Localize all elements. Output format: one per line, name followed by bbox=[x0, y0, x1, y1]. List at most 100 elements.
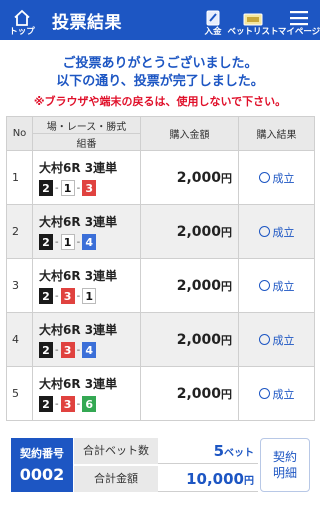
combination-separator: - bbox=[76, 236, 81, 248]
table-row: 4 大村6R 3連単 2-3-4 2,000円 成立 bbox=[6, 312, 315, 367]
warning-message: ※ブラウザや端末の戻るは、使用しないで下さい。 bbox=[33, 95, 287, 108]
total-amount-label: 合計金額 bbox=[74, 466, 158, 492]
race-cell: 大村6R 3連単 2-3-4 bbox=[32, 312, 141, 367]
contract-detail-line1: 契約 bbox=[272, 450, 297, 464]
row-number: 3 bbox=[6, 258, 33, 313]
result-status: 成立 bbox=[272, 387, 295, 401]
total-bets-row: 合計ベット数 5ベット bbox=[74, 438, 258, 464]
menu-button[interactable]: マイページ bbox=[278, 0, 320, 40]
contract-number-value: 0002 bbox=[19, 465, 65, 484]
combination: 2-3-1 bbox=[39, 288, 140, 304]
result-cell: 成立 bbox=[238, 150, 315, 205]
deposit-icon bbox=[206, 10, 220, 26]
result-cell: 成立 bbox=[238, 366, 315, 421]
boat-third: 4 bbox=[82, 234, 97, 250]
result-cell: 成立 bbox=[238, 258, 315, 313]
combination-separator: - bbox=[76, 182, 81, 194]
amount-cell: 2,000円 bbox=[140, 258, 239, 313]
total-bets-label: 合計ベット数 bbox=[74, 438, 158, 464]
circle-icon bbox=[258, 225, 270, 237]
amount-unit: 円 bbox=[221, 387, 232, 401]
combination: 2-1-4 bbox=[39, 234, 140, 250]
race-name: 大村6R 3連単 bbox=[39, 161, 118, 175]
boat-second: 3 bbox=[60, 288, 75, 304]
combination: 2-3-4 bbox=[39, 342, 140, 358]
column-header-no: No bbox=[6, 116, 33, 151]
total-bets-unit: ベット bbox=[224, 448, 254, 459]
boat-third: 3 bbox=[82, 180, 97, 196]
betlist-label: ベットリスト bbox=[227, 27, 279, 37]
contract-detail-button[interactable]: 契約 明細 bbox=[260, 438, 310, 492]
combination-separator: - bbox=[55, 182, 59, 194]
home-label: トップ bbox=[9, 27, 35, 37]
amount-value: 2,000 bbox=[176, 385, 221, 402]
amount-cell: 2,000円 bbox=[140, 204, 239, 259]
deposit-label: 入金 bbox=[204, 27, 222, 37]
boat-first: 2 bbox=[39, 234, 53, 250]
table-row: 5 大村6R 3連単 2-3-6 2,000円 成立 bbox=[6, 366, 315, 421]
home-button[interactable]: トップ bbox=[0, 0, 44, 40]
amount-unit: 円 bbox=[221, 333, 232, 347]
combination-separator: - bbox=[76, 290, 81, 302]
deposit-button[interactable]: 入金 bbox=[196, 0, 230, 40]
boat-second: 1 bbox=[60, 180, 75, 196]
boat-first: 2 bbox=[39, 180, 53, 196]
amount-value: 2,000 bbox=[176, 169, 221, 186]
total-amount-value: 10,000円 bbox=[186, 470, 254, 488]
total-amount-unit: 円 bbox=[244, 476, 254, 487]
betlist-button[interactable]: ベットリスト bbox=[227, 0, 279, 40]
boat-second: 1 bbox=[60, 234, 75, 250]
result-status: 成立 bbox=[272, 225, 295, 239]
combination-separator: - bbox=[55, 290, 59, 302]
boat-first: 2 bbox=[39, 288, 53, 304]
row-number: 4 bbox=[6, 312, 33, 367]
table-row: 1 大村6R 3連単 2-1-3 2,000円 成立 bbox=[6, 150, 315, 205]
boat-third: 4 bbox=[82, 342, 97, 358]
result-status: 成立 bbox=[272, 171, 295, 185]
race-cell: 大村6R 3連単 2-1-4 bbox=[32, 204, 141, 259]
contract-number-box: 契約番号 0002 bbox=[11, 438, 73, 492]
result-status: 成立 bbox=[272, 279, 295, 293]
amount-value: 2,000 bbox=[176, 277, 221, 294]
circle-icon bbox=[258, 387, 270, 399]
contract-number-label: 契約番号 bbox=[20, 447, 64, 460]
row-number: 2 bbox=[6, 204, 33, 259]
amount-unit: 円 bbox=[221, 279, 232, 293]
race-cell: 大村6R 3連単 2-3-6 bbox=[32, 366, 141, 421]
amount-unit: 円 bbox=[221, 225, 232, 239]
combination-separator: - bbox=[55, 236, 59, 248]
race-name: 大村6R 3連単 bbox=[39, 269, 118, 283]
hamburger-menu-icon bbox=[290, 11, 308, 26]
boat-third: 6 bbox=[82, 396, 97, 412]
table-row: 3 大村6R 3連単 2-3-1 2,000円 成立 bbox=[6, 258, 315, 313]
combination-separator: - bbox=[76, 398, 81, 410]
total-amount-number: 10,000 bbox=[186, 470, 244, 488]
top-header: トップ 投票結果 入金 ベットリスト マイページ bbox=[0, 0, 320, 40]
amount-cell: 2,000円 bbox=[140, 312, 239, 367]
row-number: 5 bbox=[6, 366, 33, 421]
race-name: 大村6R 3連単 bbox=[39, 377, 118, 391]
row-number: 1 bbox=[6, 150, 33, 205]
table-row: 2 大村6R 3連単 2-1-4 2,000円 成立 bbox=[6, 204, 315, 259]
amount-unit: 円 bbox=[221, 171, 232, 185]
result-cell: 成立 bbox=[238, 312, 315, 367]
bet-results-table: No 場・レース・勝式 購入金額 購入結果 組番 1 大村6R 3連単 2-1-… bbox=[6, 116, 315, 421]
column-header-result: 購入結果 bbox=[238, 116, 315, 151]
thanks-message: ご投票ありがとうございました。 bbox=[62, 56, 258, 71]
combination-separator: - bbox=[55, 344, 59, 356]
boat-second: 3 bbox=[60, 396, 75, 412]
column-header-combination: 組番 bbox=[32, 133, 141, 151]
circle-icon bbox=[258, 279, 270, 291]
race-name: 大村6R 3連単 bbox=[39, 323, 118, 337]
combination: 2-1-3 bbox=[39, 180, 140, 196]
boat-third: 1 bbox=[82, 288, 97, 304]
race-cell: 大村6R 3連単 2-1-3 bbox=[32, 150, 141, 205]
complete-message: 以下の通り、投票が完了しました。 bbox=[56, 74, 264, 89]
ticket-icon bbox=[243, 13, 263, 26]
combination: 2-3-6 bbox=[39, 396, 140, 412]
column-header-amount: 購入金額 bbox=[140, 116, 239, 151]
race-cell: 大村6R 3連単 2-3-1 bbox=[32, 258, 141, 313]
mypage-label: マイページ bbox=[277, 27, 320, 37]
amount-cell: 2,000円 bbox=[140, 150, 239, 205]
total-bets-value: 5ベット bbox=[214, 442, 254, 460]
